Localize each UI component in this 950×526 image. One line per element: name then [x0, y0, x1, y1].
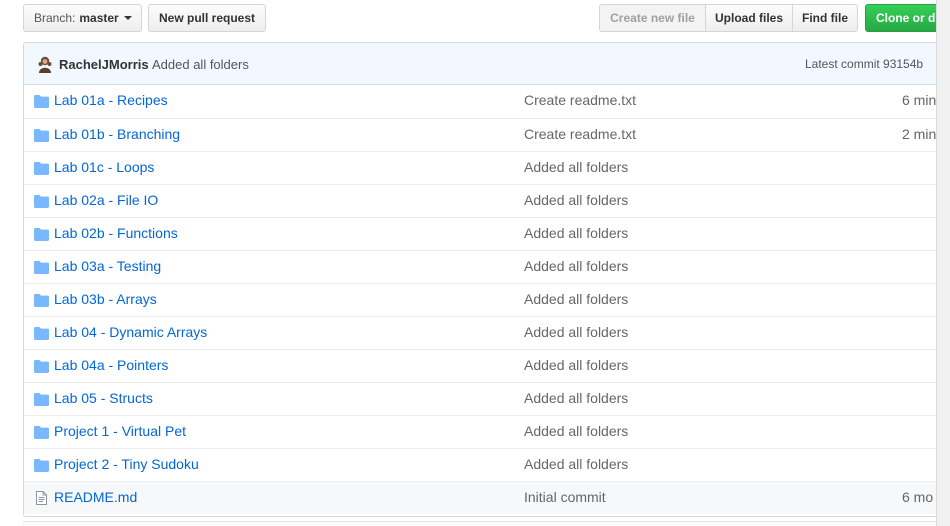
folder-icon: [34, 129, 49, 142]
scrollbar[interactable]: [936, 0, 950, 526]
commit-message-link[interactable]: Added all folders: [524, 225, 628, 241]
folder-row[interactable]: Lab 03b - Arrays Added all folders: [24, 283, 950, 316]
file-name-link[interactable]: Project 2 - Tiny Sudoku: [54, 456, 199, 472]
commit-message-link[interactable]: Added all folders: [524, 159, 628, 175]
file-name-link[interactable]: Lab 03a - Testing: [54, 258, 161, 274]
file-name-link[interactable]: Lab 01a - Recipes: [54, 92, 168, 108]
commit-message-link[interactable]: Create readme.txt: [524, 126, 636, 142]
folder-icon: [34, 327, 49, 340]
latest-commit-bar: RachelJMorris Added all folders Latest c…: [24, 43, 950, 85]
commit-message-link[interactable]: Added all folders: [524, 423, 628, 439]
file-name-link[interactable]: Lab 02a - File IO: [54, 192, 158, 208]
file-actions-group: Create new file Upload files Find file: [599, 4, 858, 32]
latest-commit-hash[interactable]: Latest commit 93154b: [805, 57, 923, 71]
folder-icon: [34, 95, 49, 108]
commit-message-link[interactable]: Added all folders: [524, 192, 628, 208]
table-bottom-edge: [23, 521, 950, 526]
upload-files-button[interactable]: Upload files: [705, 4, 793, 32]
commit-message-link[interactable]: Added all folders: [524, 456, 628, 472]
file-list: Lab 01a - Recipes Create readme.txt 6 min L…: [24, 85, 950, 514]
commit-message-link[interactable]: Added all folders: [524, 357, 628, 373]
folder-icon: [34, 459, 49, 472]
file-name-link[interactable]: Lab 05 - Structs: [54, 390, 153, 406]
folder-icon: [34, 162, 49, 175]
file-name-link[interactable]: Project 1 - Virtual Pet: [54, 423, 186, 439]
commit-message-link[interactable]: Initial commit: [524, 489, 606, 505]
file-name-link[interactable]: README.md: [54, 489, 137, 505]
commit-message[interactable]: Added all folders: [152, 57, 249, 72]
branch-select-button[interactable]: Branch: master: [23, 4, 142, 32]
folder-row[interactable]: Lab 04a - Pointers Added all folders: [24, 349, 950, 382]
folder-icon: [34, 195, 49, 208]
new-pull-request-button[interactable]: New pull request: [148, 4, 266, 32]
folder-row[interactable]: Lab 01b - Branching Create readme.txt 2 mi…: [24, 118, 950, 151]
file-table: RachelJMorris Added all folders Latest c…: [23, 42, 950, 517]
commit-age: 6 mo: [902, 489, 934, 505]
commit-age: 2 min: [902, 126, 937, 142]
folder-row[interactable]: Lab 01c - Loops Added all folders: [24, 151, 950, 184]
folder-row[interactable]: Lab 02b - Functions Added all folders: [24, 217, 950, 250]
commit-message-link[interactable]: Added all folders: [524, 324, 628, 340]
file-name-link[interactable]: Lab 04 - Dynamic Arrays: [54, 324, 207, 340]
file-name-link[interactable]: Lab 02b - Functions: [54, 225, 178, 241]
commit-author-link[interactable]: RachelJMorris: [59, 57, 149, 72]
folder-row[interactable]: Lab 05 - Structs Added all folders: [24, 382, 950, 415]
branch-prefix: Branch:: [34, 11, 76, 25]
commit-message-link[interactable]: Added all folders: [524, 390, 628, 406]
folder-icon: [34, 294, 49, 307]
folder-row[interactable]: Lab 04 - Dynamic Arrays Added all folders: [24, 316, 950, 349]
folder-icon: [34, 261, 49, 274]
folder-row[interactable]: Lab 03a - Testing Added all folders: [24, 250, 950, 283]
file-name-link[interactable]: Lab 01c - Loops: [54, 159, 154, 175]
create-new-file-button[interactable]: Create new file: [599, 4, 706, 32]
file-name-link[interactable]: Lab 03b - Arrays: [54, 291, 157, 307]
avatar[interactable]: [36, 55, 54, 73]
commit-message-link[interactable]: Create readme.txt: [524, 92, 636, 108]
file-row[interactable]: README.md Initial commit 6 mo: [24, 481, 950, 514]
commit-age: 6 min: [902, 92, 937, 108]
folder-row[interactable]: Lab 02a - File IO Added all folders: [24, 184, 950, 217]
caret-down-icon: [123, 16, 132, 20]
folder-icon: [34, 426, 49, 439]
commit-message-link[interactable]: Added all folders: [524, 258, 628, 274]
folder-icon: [34, 393, 49, 406]
folder-row[interactable]: Lab 01a - Recipes Create readme.txt 6 min: [24, 85, 950, 118]
file-name-link[interactable]: Lab 01b - Branching: [54, 126, 180, 142]
folder-icon: [34, 228, 49, 241]
folder-row[interactable]: Project 1 - Virtual Pet Added all folders: [24, 415, 950, 448]
file-name-link[interactable]: Lab 04a - Pointers: [54, 357, 168, 373]
commit-message-link[interactable]: Added all folders: [524, 291, 628, 307]
file-text-icon: [36, 491, 47, 505]
folder-row[interactable]: Project 2 - Tiny Sudoku Added all folders: [24, 448, 950, 481]
find-file-button[interactable]: Find file: [792, 4, 858, 32]
folder-icon: [34, 360, 49, 373]
branch-value: master: [79, 11, 119, 25]
